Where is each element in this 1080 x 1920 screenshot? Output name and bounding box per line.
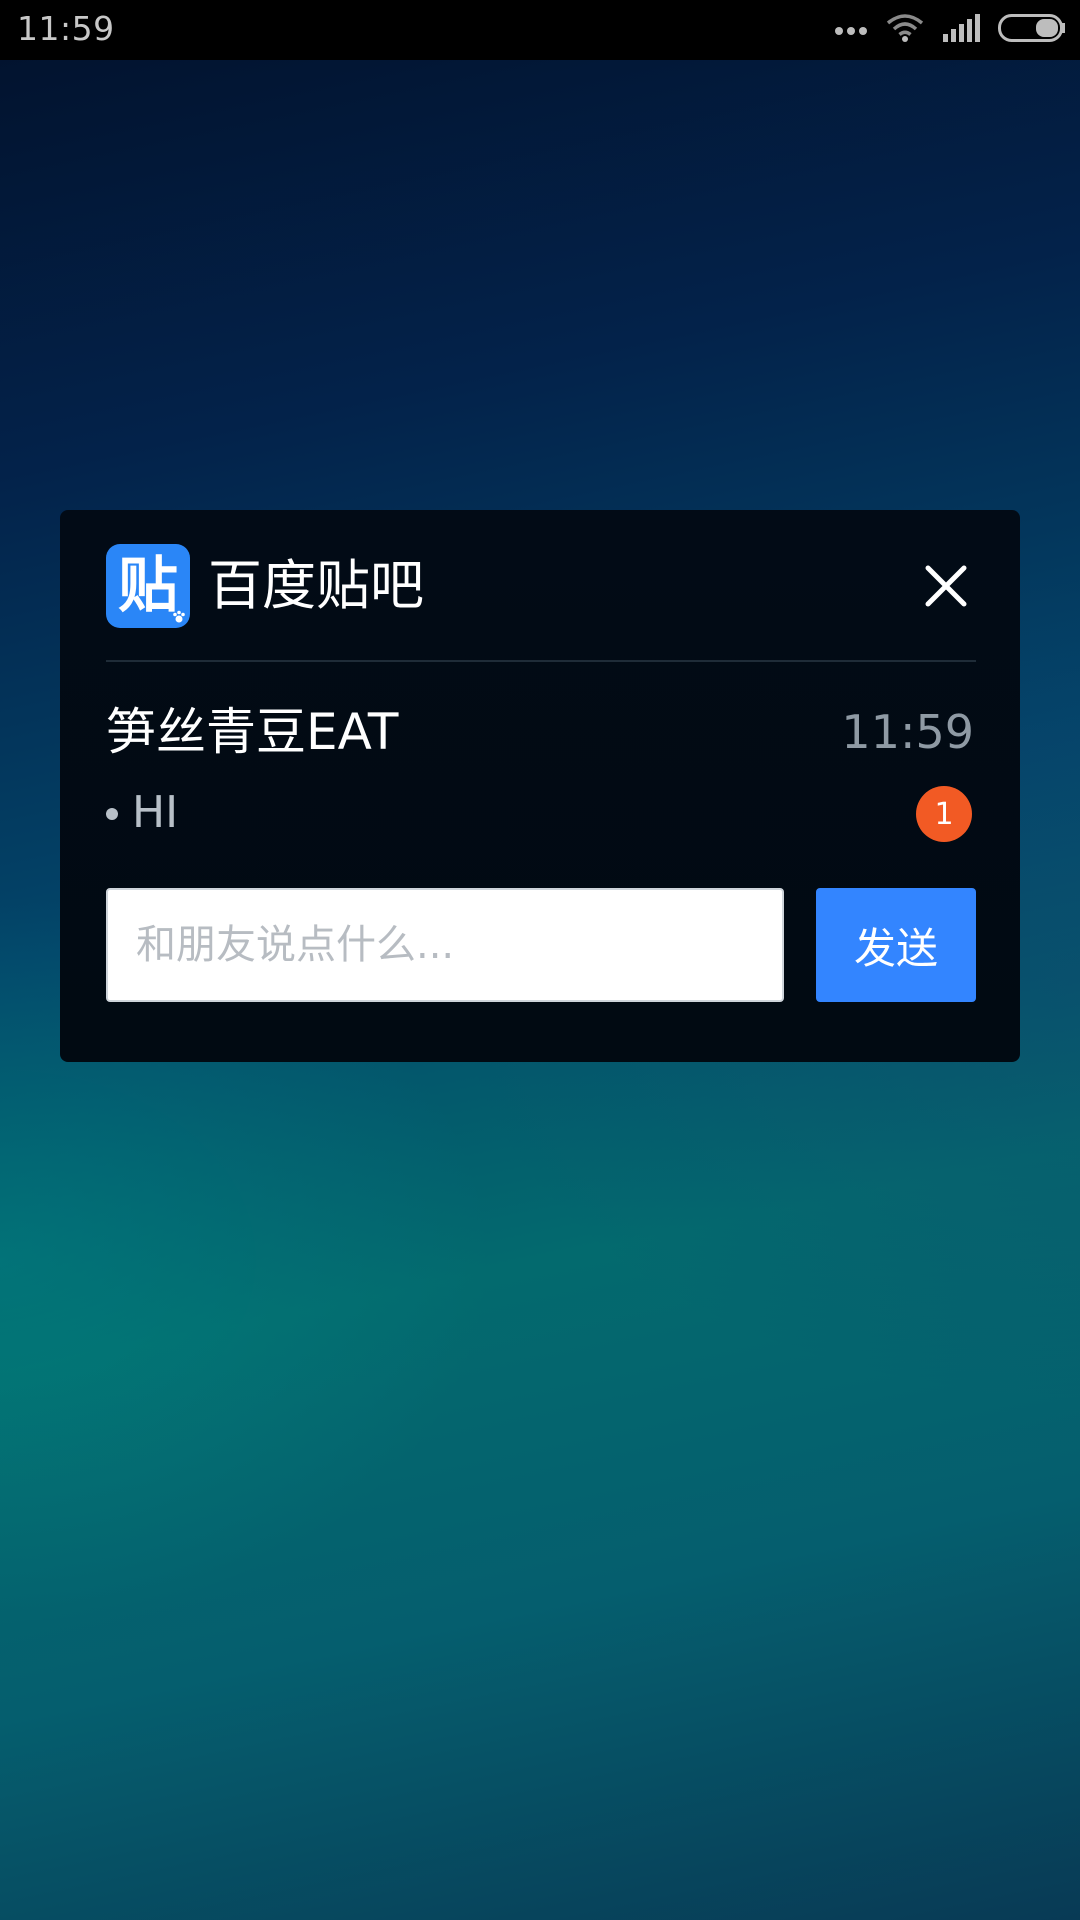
reply-input[interactable] (106, 888, 784, 1002)
divider (106, 660, 976, 662)
more-dots-icon (834, 21, 868, 40)
unread-badge: 1 (916, 786, 972, 842)
app-name: 百度贴吧 (208, 554, 424, 617)
tieba-app-icon: 贴 (106, 544, 190, 628)
send-button[interactable]: 发送 (816, 888, 976, 1002)
notification-card[interactable]: 贴 百度贴吧 笋丝青豆EAT 11:59 HI 1 发送 (60, 510, 1020, 1062)
sender-name: 笋丝青豆EAT (106, 703, 399, 761)
message-row: HI 1 (106, 778, 976, 848)
message-time: 11:59 (841, 705, 974, 759)
close-icon[interactable] (916, 556, 976, 616)
battery-icon (998, 14, 1066, 46)
status-bar: 11:59 (0, 0, 1080, 60)
bullet-dot (106, 808, 118, 820)
card-header: 贴 百度贴吧 (106, 544, 976, 628)
wifi-icon (886, 13, 924, 47)
signal-icon (942, 14, 980, 46)
message-text: HI (132, 787, 179, 838)
status-icons (834, 14, 1066, 46)
paw-icon (173, 610, 185, 623)
status-time: 11:59 (17, 9, 115, 48)
close-button[interactable] (916, 556, 976, 616)
